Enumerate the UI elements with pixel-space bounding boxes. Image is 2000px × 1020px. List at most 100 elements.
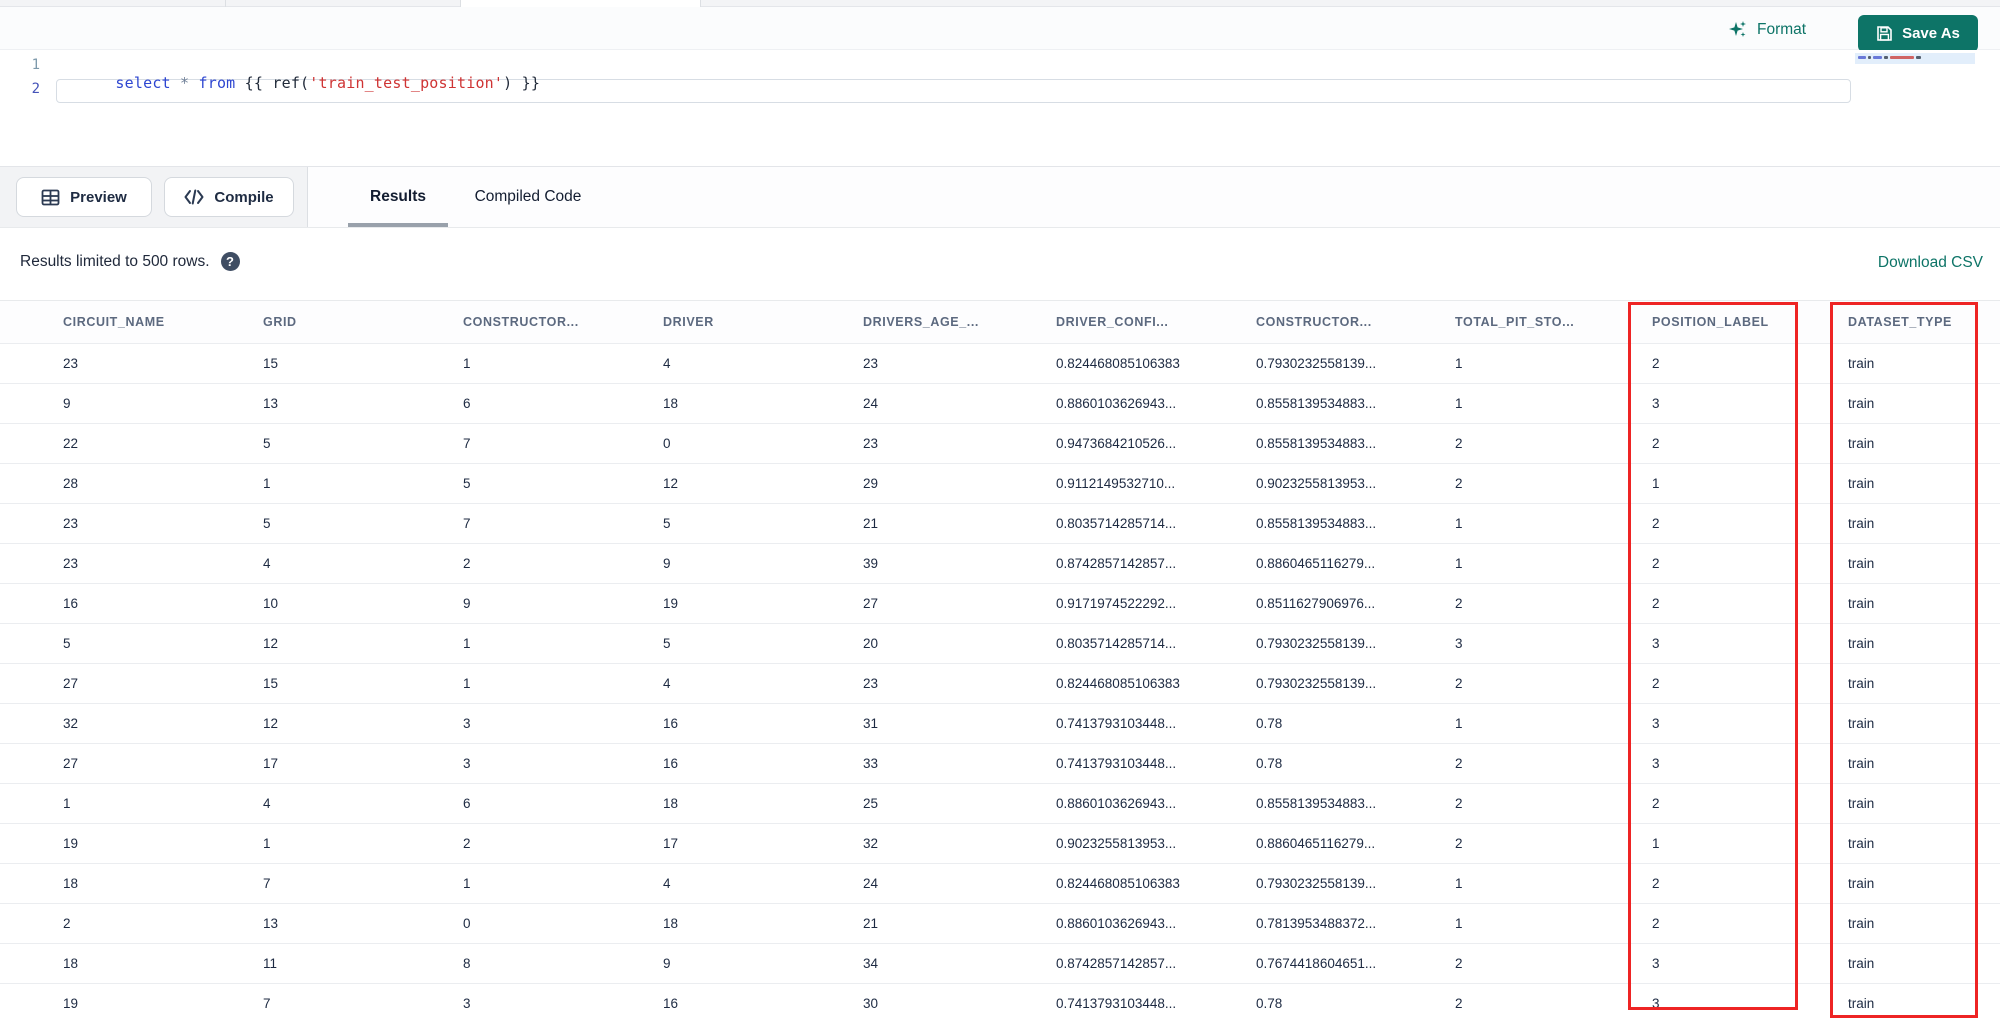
table-cell: 0.9171974522292... <box>1056 596 1177 611</box>
table-cell: 21 <box>863 916 879 931</box>
results-table: CIRCUIT_NAME GRID CONSTRUCTOR... DRIVER DRIV… <box>0 300 2000 1020</box>
line-number-2: 2 <box>31 81 40 97</box>
table-cell: 2 <box>63 916 71 931</box>
table-cell: train <box>1848 876 1875 891</box>
table-row: 27 15 1 4 23 0.824468085106383 0.7930232558139… <box>0 664 2000 704</box>
save-as-button[interactable]: Save As <box>1858 15 1978 52</box>
table-cell: 23 <box>63 356 79 371</box>
table-cell: 2 <box>1455 436 1463 451</box>
table-cell: 16 <box>663 716 679 731</box>
table-cell: 29 <box>863 476 879 491</box>
line-number-1: 1 <box>31 57 40 73</box>
table-cell: 23 <box>863 356 879 371</box>
table-cell: 2 <box>1652 556 1660 571</box>
table-cell: 5 <box>263 436 271 451</box>
table-cell: 0.8860465116279... <box>1256 556 1376 571</box>
file-tab-active[interactable] <box>460 0 700 7</box>
table-cell: 0.8035714285714... <box>1056 516 1177 531</box>
format-button[interactable]: Format <box>1728 17 1806 43</box>
table-row: 2 13 0 18 21 0.8860103626943... 0.781395348837… <box>0 904 2000 944</box>
editor-minimap[interactable] <box>1855 50 2000 166</box>
tab-compiled-code[interactable]: Compiled Code <box>458 167 598 227</box>
table-cell: 0.7813953488372... <box>1256 916 1377 931</box>
table-row: 9 13 6 18 24 0.8860103626943... 0.855813953488… <box>0 384 2000 424</box>
table-row: 23 15 1 4 23 0.824468085106383 0.7930232558139… <box>0 344 2000 384</box>
table-cell: 5 <box>63 636 71 651</box>
file-tab-divider <box>700 0 701 7</box>
table-cell: 33 <box>863 756 879 771</box>
table-cell: 2 <box>463 556 471 571</box>
table-row: 1 4 6 18 25 0.8860103626943... 0.8558139534883… <box>0 784 2000 824</box>
table-cell: 23 <box>863 676 879 691</box>
table-cell: 3 <box>463 996 471 1011</box>
table-cell: 1 <box>263 836 271 851</box>
preview-button[interactable]: Preview <box>16 177 152 217</box>
row-limit-text: Results limited to 500 rows. <box>20 252 210 270</box>
table-cell: 2 <box>1652 876 1660 891</box>
table-cell: 39 <box>863 556 879 571</box>
table-cell: 2 <box>1455 956 1463 971</box>
file-tab-divider <box>460 0 461 7</box>
table-cell: 2 <box>1455 596 1463 611</box>
table-cell: 1 <box>463 676 471 691</box>
table-cell: 0.824468085106383 <box>1056 676 1180 691</box>
download-csv-link[interactable]: Download CSV <box>1878 254 1983 272</box>
table-cell: 11 <box>263 956 278 971</box>
table-cell: 15 <box>263 356 279 371</box>
table-cell: 23 <box>63 556 79 571</box>
results-table-body: 23 15 1 4 23 0.824468085106383 0.7930232558139… <box>0 344 2000 1020</box>
table-cell: 1 <box>63 796 71 811</box>
table-cell: 18 <box>63 876 79 891</box>
table-cell: 17 <box>663 836 679 851</box>
table-cell: 0.8860103626943... <box>1056 396 1177 411</box>
table-cell: 2 <box>1652 916 1660 931</box>
table-cell: 19 <box>63 996 79 1011</box>
table-row: 19 7 3 16 30 0.7413793103448... 0.78 2 3 train <box>0 984 2000 1020</box>
compile-button[interactable]: Compile <box>164 177 294 217</box>
table-cell: train <box>1848 956 1875 971</box>
table-cell: 21 <box>863 516 879 531</box>
table-cell: 23 <box>63 516 79 531</box>
table-cell: 3 <box>1652 956 1660 971</box>
sql-token: 'train_test_position' <box>309 74 504 92</box>
column-header: CONSTRUCTOR... <box>463 315 579 329</box>
table-cell: 3 <box>1652 396 1660 411</box>
table-cell: 9 <box>663 556 671 571</box>
sql-code-line: select * from {{ ref('train_test_positio… <box>60 56 540 110</box>
table-cell: 3 <box>1455 636 1463 651</box>
table-cell: 0.8860103626943... <box>1056 916 1177 931</box>
table-cell: 0.7930232558139... <box>1256 356 1377 371</box>
file-tab-strip <box>0 0 2000 7</box>
table-cell: 2 <box>463 836 471 851</box>
table-cell: 13 <box>263 916 279 931</box>
table-cell: 0.8742857142857... <box>1056 956 1177 971</box>
results-action-bar: Preview Compile Results Compiled Code <box>0 166 2000 228</box>
table-cell: 2 <box>1652 356 1660 371</box>
table-cell: 0.8558139534883... <box>1256 436 1377 451</box>
table-cell: 2 <box>1455 756 1463 771</box>
table-cell: train <box>1848 676 1875 691</box>
table-cell: train <box>1848 636 1875 651</box>
table-cell: 16 <box>663 756 679 771</box>
table-cell: 0.9473684210526... <box>1056 436 1177 451</box>
table-cell: 12 <box>263 716 279 731</box>
sql-token: {{ <box>235 74 273 92</box>
table-cell: 1 <box>1652 476 1660 491</box>
help-icon[interactable]: ? <box>220 252 240 271</box>
table-cell: 5 <box>463 476 471 491</box>
table-cell: 9 <box>663 956 671 971</box>
table-cell: 0.78 <box>1256 716 1283 731</box>
table-cell: 4 <box>663 876 671 891</box>
column-header: POSITION_LABEL <box>1652 315 1769 329</box>
table-cell: train <box>1848 476 1875 491</box>
table-cell: 24 <box>863 396 879 411</box>
table-cell: 16 <box>663 996 679 1011</box>
table-cell: 18 <box>663 796 679 811</box>
table-cell: 2 <box>1652 436 1660 451</box>
table-cell: 31 <box>863 716 879 731</box>
table-cell: 18 <box>63 956 79 971</box>
sql-editor[interactable]: 1 2 select * from {{ ref('train_test_pos… <box>0 50 2000 166</box>
tab-results[interactable]: Results <box>348 167 448 227</box>
table-cell: 3 <box>1652 636 1660 651</box>
column-header: DRIVER_CONFI... <box>1056 315 1169 329</box>
